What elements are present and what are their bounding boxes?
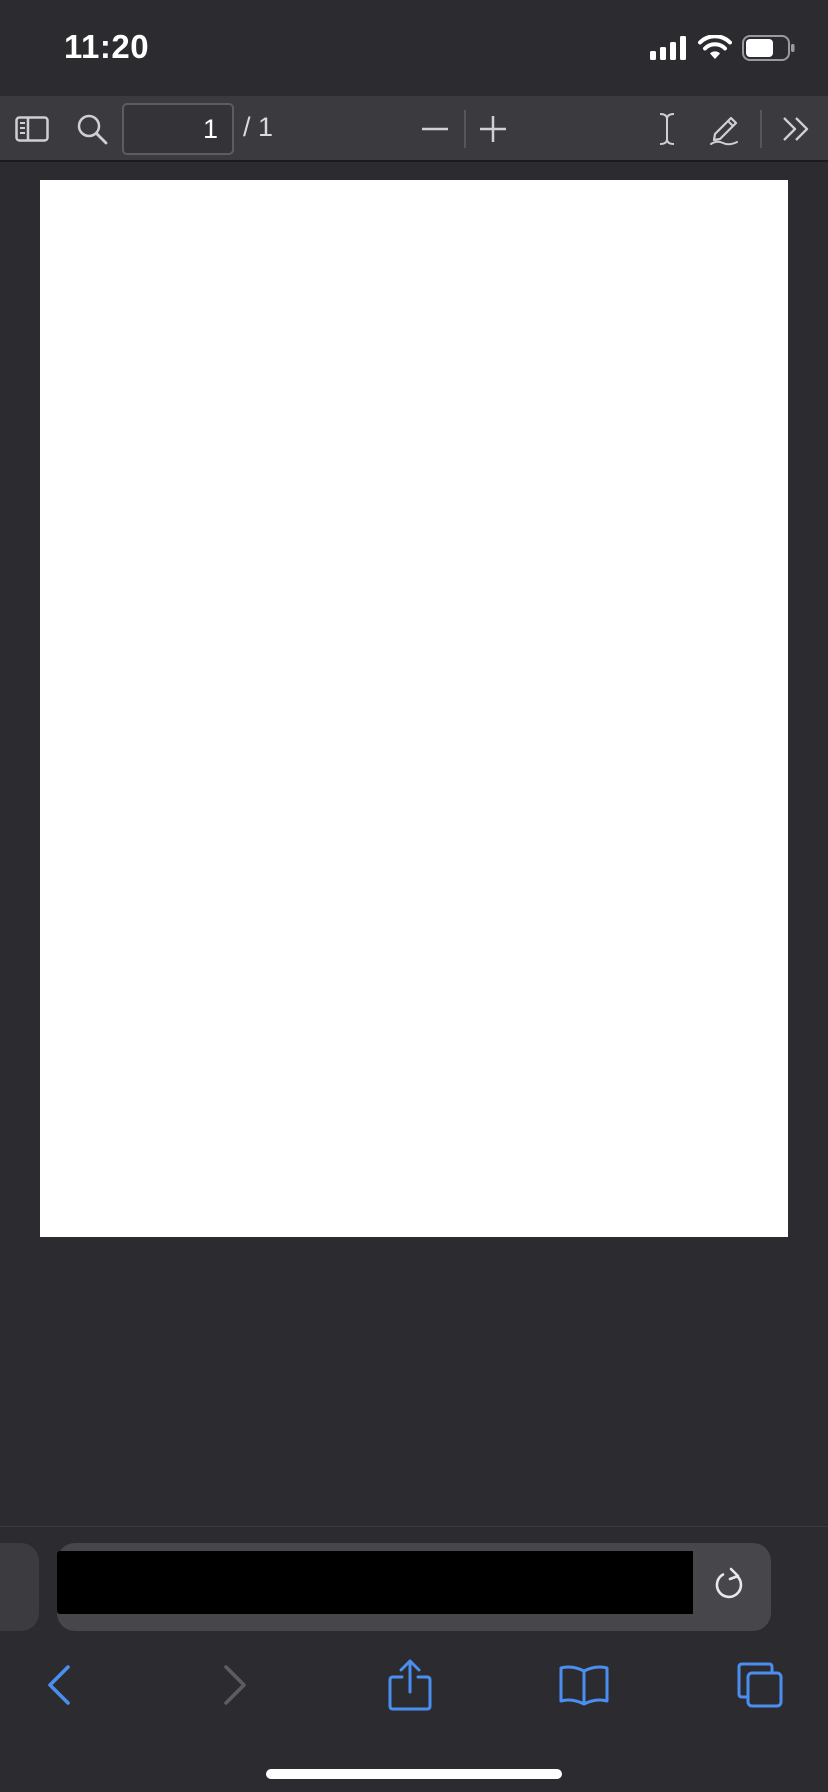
more-chevrons-icon[interactable] <box>778 96 814 162</box>
pdf-page[interactable] <box>40 180 788 1237</box>
back-icon[interactable] <box>28 1655 88 1715</box>
text-cursor-icon[interactable] <box>654 96 680 162</box>
zoom-divider <box>464 110 466 148</box>
address-field[interactable] <box>57 1551 693 1614</box>
zoom-out-icon[interactable] <box>420 96 450 162</box>
status-bar: 11:20 <box>0 0 828 96</box>
browser-bottom-bar <box>0 1526 828 1792</box>
sidebar-icon[interactable] <box>14 96 50 162</box>
cellular-signal-icon <box>650 35 688 65</box>
zoom-in-icon[interactable] <box>478 96 508 162</box>
status-icons <box>650 33 796 66</box>
bookmarks-icon[interactable] <box>554 1655 614 1715</box>
status-time: 11:20 <box>64 28 150 65</box>
address-bar[interactable] <box>57 1543 771 1631</box>
screen: 11:20 1 / 1 <box>0 0 828 1792</box>
search-icon[interactable] <box>74 96 110 162</box>
page-total: / 1 <box>243 112 274 142</box>
markup-pen-icon[interactable] <box>706 96 742 162</box>
wifi-icon <box>698 33 732 66</box>
share-icon[interactable] <box>380 1655 440 1715</box>
battery-icon <box>742 34 796 66</box>
pdf-toolbar: / 1 <box>0 96 828 162</box>
toolbar-divider <box>760 110 762 148</box>
home-indicator[interactable] <box>266 1769 562 1779</box>
reload-icon[interactable] <box>711 1567 751 1607</box>
page-number-input[interactable] <box>122 103 234 155</box>
previous-tab-peek[interactable] <box>0 1543 39 1631</box>
forward-icon[interactable] <box>206 1655 266 1715</box>
tabs-icon[interactable] <box>730 1655 790 1715</box>
